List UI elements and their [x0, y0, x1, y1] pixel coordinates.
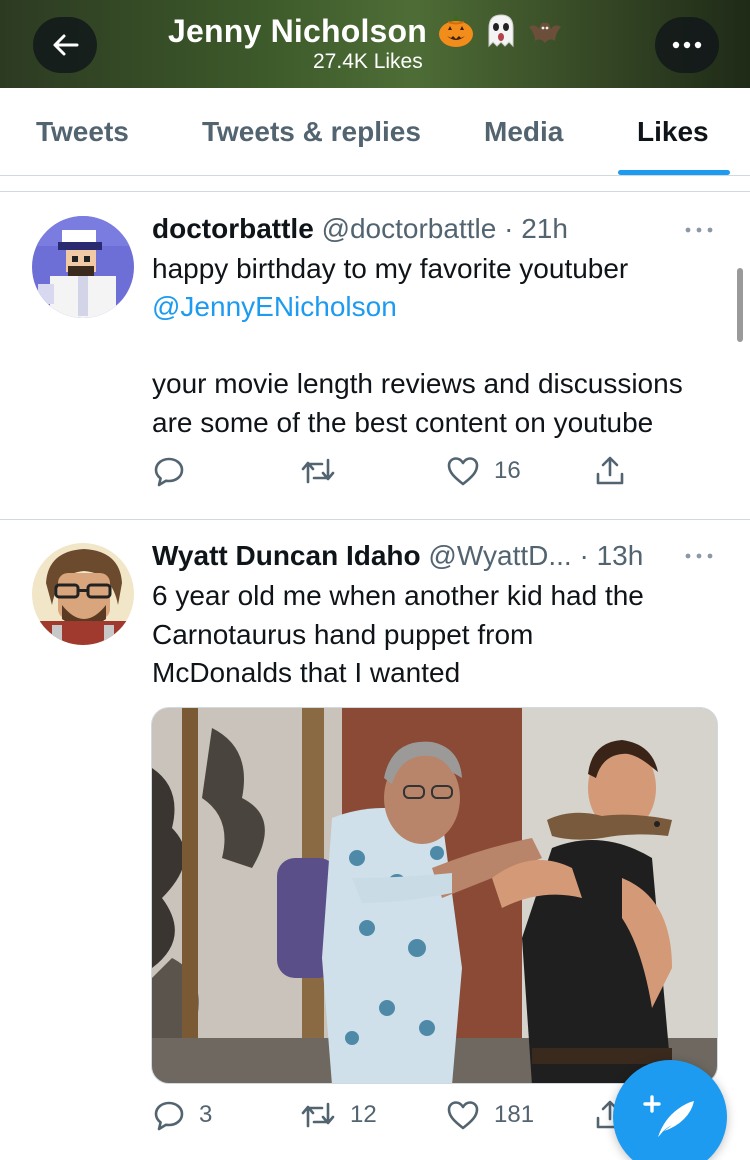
- retweet-count: 12: [350, 1101, 377, 1128]
- tweet-time[interactable]: · 21h: [504, 213, 568, 244]
- retweet-icon: [301, 458, 335, 484]
- like-count: 181: [494, 1101, 535, 1128]
- likes-count: 27.4K Likes: [313, 50, 423, 73]
- author-handle[interactable]: @WyattD...: [428, 540, 571, 571]
- author-handle[interactable]: @doctorbattle: [322, 213, 497, 244]
- reply-icon: [154, 457, 184, 487]
- tweet-text-line: your movie length reviews and discussion…: [152, 368, 683, 399]
- tweet-text-line: are some of the best content on youtube: [152, 407, 654, 438]
- tweet-header: Wyatt Duncan Idaho @WyattD... · 13h: [152, 540, 643, 572]
- heart-icon: [447, 1101, 479, 1130]
- profile-tabs: Tweets Tweets & replies Media Likes: [0, 88, 750, 176]
- scrollbar[interactable]: [737, 268, 743, 342]
- tweet-text-line: Carnotaurus hand puppet from: [152, 619, 534, 650]
- more-icon[interactable]: [684, 552, 714, 560]
- retweet-button[interactable]: 12: [300, 1099, 377, 1131]
- like-count: 16: [494, 457, 521, 484]
- retweet-button[interactable]: [300, 455, 336, 487]
- tweet-text-line: happy birthday to my favorite youtuber: [152, 253, 629, 284]
- active-tab-indicator: [618, 170, 730, 175]
- pumpkin-icon: [439, 15, 474, 47]
- back-button[interactable]: [33, 17, 97, 73]
- tweet-text-line: McDonalds that I wanted: [152, 657, 461, 688]
- like-button[interactable]: 181: [446, 1099, 534, 1131]
- arrow-left-icon: [53, 34, 79, 56]
- heart-icon: [447, 457, 479, 486]
- avatar[interactable]: [32, 543, 134, 645]
- retweet-icon: [301, 1102, 335, 1128]
- share-button[interactable]: [594, 455, 626, 487]
- tweet-media-image[interactable]: [151, 707, 718, 1084]
- tweet-actions: 16: [0, 455, 750, 495]
- author-name[interactable]: Wyatt Duncan Idaho: [152, 540, 421, 571]
- reply-count: 3: [199, 1101, 213, 1128]
- share-icon: [596, 456, 624, 485]
- compose-tweet-icon: [643, 1095, 694, 1137]
- more-icon[interactable]: [684, 226, 714, 234]
- avatar[interactable]: [32, 216, 134, 318]
- tweet-time[interactable]: · 13h: [579, 540, 643, 571]
- tab-media[interactable]: Media: [484, 116, 563, 148]
- more-horizontal-icon: [672, 41, 702, 49]
- profile-name-row: Jenny Nicholson: [168, 12, 565, 50]
- bat-icon: [529, 22, 562, 43]
- ghost-icon: [488, 14, 514, 48]
- tab-tweets[interactable]: Tweets: [36, 116, 129, 148]
- tweet-header: doctorbattle @doctorbattle · 21h: [152, 213, 568, 245]
- tweet-divider: [0, 519, 750, 520]
- profile-header: Jenny Nicholson 27.4K Likes: [0, 0, 750, 88]
- mention-link[interactable]: @JennyENicholson: [152, 291, 397, 323]
- author-name[interactable]: doctorbattle: [152, 213, 314, 244]
- reply-button[interactable]: [153, 455, 185, 487]
- divider: [0, 191, 750, 192]
- tweet-text-line: 6 year old me when another kid had the: [152, 580, 644, 611]
- reply-icon: [154, 1101, 184, 1131]
- like-button[interactable]: 16: [446, 455, 521, 487]
- tab-likes[interactable]: Likes: [637, 116, 709, 148]
- profile-name: Jenny Nicholson: [168, 12, 428, 49]
- more-options-button[interactable]: [655, 17, 719, 73]
- reply-button[interactable]: 3: [153, 1099, 212, 1131]
- tab-tweets-replies[interactable]: Tweets & replies: [202, 116, 421, 148]
- emoji-group: [437, 12, 565, 50]
